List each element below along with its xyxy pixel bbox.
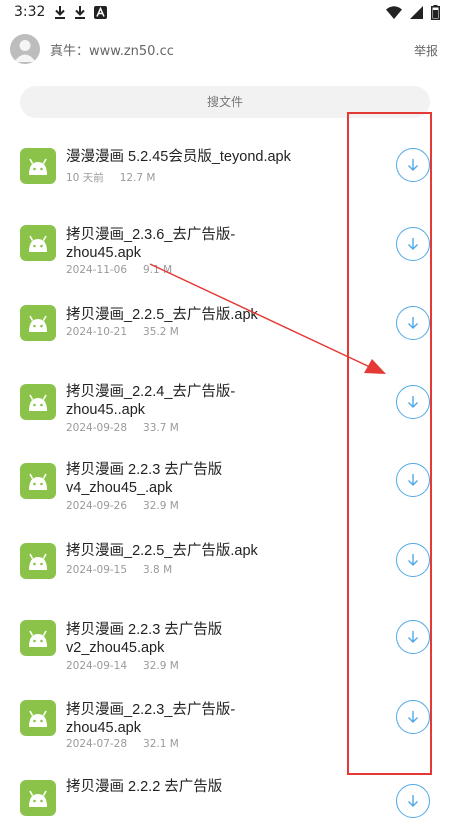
file-name: 拷贝漫画 2.2.3 去广告版v2_zhou45.apk [66,622,223,656]
android-icon [20,384,56,420]
file-date: 10 天前 [66,172,104,184]
file-row[interactable]: 拷贝漫画 2.2.3 去广告版v2_zhou45.apk 2024-09-14 3… [0,610,450,680]
file-meta: 2024-10-21 35.2 M [66,326,179,338]
file-meta: 2024-09-14 32.9 M [66,660,179,672]
file-name: 漫漫漫画 5.2.45会员版_teyond.apk [66,149,291,165]
file-meta: 2024-09-15 3.8 M [66,564,172,576]
android-icon [20,543,56,579]
file-name: 拷贝漫画 2.2.2 去广告版 [66,779,223,795]
file-size: 32.9 M [143,660,179,672]
download-icon [408,159,418,171]
android-icon [20,620,56,656]
file-name: 拷贝漫画 2.2.3 去广告版v4_zhou45_.apk [66,462,223,496]
file-meta: 2024-07-28 32.1 M [66,738,179,750]
file-date: 2024-09-28 [66,422,128,434]
file-date: 2024-09-15 [66,564,128,576]
download-button[interactable] [396,306,430,340]
download-icon [408,317,418,329]
file-size: 12.7 M [119,172,156,184]
file-size: 9.1 M [143,264,173,276]
file-name: 拷贝漫画_2.2.3_去广告版-zhou45.apk [66,702,236,736]
download-button[interactable] [396,543,430,577]
file-date: 2024-07-28 [66,738,128,750]
file-date: 2024-11-06 [66,264,128,276]
download-icon [408,631,418,643]
download-button[interactable] [396,784,430,818]
download-button[interactable] [396,700,430,734]
android-icon [20,305,56,341]
file-row[interactable]: 拷贝漫画_2.2.5_去广告版.apk 2024-09-15 3.8 M [0,530,450,600]
file-row[interactable]: 拷贝漫画_2.2.4_去广告版-zhou45..apk 2024-09-28 33… [0,370,450,440]
file-date: 2024-09-26 [66,500,128,512]
file-meta: 2024-11-06 9.1 M [66,264,172,276]
file-list: 漫漫漫画 5.2.45会员版_teyond.apk 10 天前 12.7 M 拷贝… [0,0,450,818]
file-name: 拷贝漫画_2.3.6_去广告版-zhou45.apk [66,227,236,261]
download-button[interactable] [396,148,430,182]
android-icon [20,225,56,261]
android-icon [20,463,56,499]
file-meta: 10 天前 12.7 M [66,170,155,185]
file-row[interactable]: 拷贝漫画 2.2.3 去广告版v4_zhou45_.apk 2024-09-26… [0,450,450,520]
android-icon [20,148,56,184]
file-size: 33.7 M [143,422,179,434]
file-size: 3.8 M [143,564,173,576]
download-icon [408,711,418,723]
file-date: 2024-09-14 [66,660,128,672]
download-button[interactable] [396,620,430,654]
download-button[interactable] [396,385,430,419]
download-icon [408,396,418,408]
file-size: 32.1 M [143,738,179,750]
file-meta: 2024-09-28 33.7 M [66,422,179,434]
file-name: 拷贝漫画_2.2.5_去广告版.apk [66,543,258,559]
file-row[interactable]: 拷贝漫画_2.2.5_去广告版.apk 2024-10-21 35.2 M [0,290,450,360]
download-button[interactable] [396,463,430,497]
file-row[interactable]: 漫漫漫画 5.2.45会员版_teyond.apk 10 天前 12.7 M [0,130,450,200]
download-icon [408,474,418,486]
android-icon [20,780,56,816]
file-name: 拷贝漫画_2.2.4_去广告版-zhou45..apk [66,384,236,418]
file-size: 35.2 M [143,326,179,338]
android-icon [20,700,56,736]
file-row[interactable]: 拷贝漫画_2.3.6_去广告版-zhou45.apk 2024-11-06 9.1… [0,210,450,280]
download-icon [408,795,418,807]
file-row[interactable]: 拷贝漫画 2.2.2 去广告版 [0,770,450,840]
file-row[interactable]: 拷贝漫画_2.2.3_去广告版-zhou45.apk 2024-07-28 32.… [0,690,450,760]
file-meta: 2024-09-26 32.9 M [66,500,179,512]
file-size: 32.9 M [143,500,179,512]
download-icon [408,238,418,250]
file-name: 拷贝漫画_2.2.5_去广告版.apk [66,307,258,323]
file-date: 2024-10-21 [66,326,128,338]
download-button[interactable] [396,227,430,261]
download-icon [408,554,418,566]
